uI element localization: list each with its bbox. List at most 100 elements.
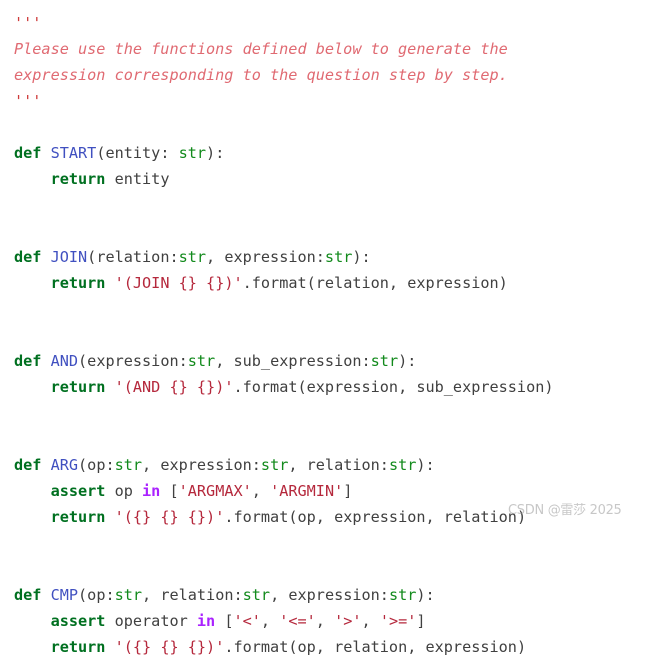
code-token: entity — [105, 170, 170, 188]
code-token: str — [260, 456, 289, 474]
code-token: return — [50, 378, 106, 396]
code-token: in — [196, 612, 216, 630]
code-token: '>' — [334, 612, 362, 630]
code-token: operator — [105, 612, 197, 630]
code-token: , expression: — [270, 586, 389, 604]
code-token: (op: — [78, 586, 115, 604]
code-line: ''' — [14, 10, 662, 36]
code-line: return '({} {} {})'.format(op, relation,… — [14, 634, 662, 660]
code-token: str — [370, 352, 399, 370]
code-token: JOIN — [50, 248, 88, 266]
code-token: , relation: — [288, 456, 389, 474]
code-token: ): — [206, 144, 225, 162]
code-token: , — [315, 612, 335, 630]
code-token: '<' — [233, 612, 261, 630]
code-token: , expression: — [142, 456, 261, 474]
code-line: expression corresponding to the question… — [14, 62, 662, 88]
code-listing: ''' Please use the functions defined belo… — [14, 10, 662, 660]
code-token: 'ARGMAX' — [178, 482, 252, 500]
code-token: [ — [160, 482, 179, 500]
code-line: def AND(expression:str, sub_expression:s… — [14, 348, 662, 374]
code-token: return — [50, 170, 106, 188]
code-token: [ — [215, 612, 234, 630]
code-token: ''' — [14, 14, 42, 32]
code-token: '(AND {} {})' — [114, 378, 234, 396]
code-token: '({} {} {})' — [114, 638, 225, 656]
code-token: str — [242, 586, 271, 604]
code-token: str — [388, 456, 417, 474]
code-token: str — [114, 586, 143, 604]
code-line: def CMP(op:str, relation:str, expression… — [14, 582, 662, 608]
code-token: CMP — [50, 586, 79, 604]
code-line: def JOIN(relation:str, expression:str): — [14, 244, 662, 270]
code-token: return — [50, 274, 106, 292]
code-line: ''' — [14, 88, 662, 114]
code-line: return '(AND {} {})'.format(expression, … — [14, 374, 662, 400]
code-token: str — [178, 144, 207, 162]
code-token: str — [114, 456, 143, 474]
code-token: , — [260, 612, 280, 630]
code-line: def START(entity: str): — [14, 140, 662, 166]
code-token: ''' — [14, 92, 42, 110]
code-token: ): — [416, 586, 435, 604]
code-token: , relation: — [142, 586, 243, 604]
code-token: return — [50, 638, 106, 656]
code-token: '({} {} {})' — [114, 508, 225, 526]
code-line: def ARG(op:str, expression:str, relation… — [14, 452, 662, 478]
code-token: , — [251, 482, 271, 500]
code-token: str — [187, 352, 216, 370]
code-token: def — [14, 144, 42, 162]
code-token: Please use the functions defined below t… — [14, 40, 508, 58]
code-token: ARG — [50, 456, 79, 474]
code-token: .format(relation, expression) — [242, 274, 508, 292]
code-token: (expression: — [78, 352, 188, 370]
code-token: .format(expression, sub_expression) — [233, 378, 554, 396]
code-token: (relation: — [87, 248, 179, 266]
code-token: '<=' — [279, 612, 316, 630]
code-line: Please use the functions defined below t… — [14, 36, 662, 62]
code-line: return entity — [14, 166, 662, 192]
code-token: , — [361, 612, 380, 630]
code-token: str — [324, 248, 353, 266]
code-token: .format(op, relation, expression) — [224, 638, 527, 656]
code-token: START — [50, 144, 97, 162]
code-token: .format(op, expression, relation) — [224, 508, 527, 526]
code-token: str — [388, 586, 417, 604]
code-token: '>=' — [379, 612, 417, 630]
code-token: op — [105, 482, 143, 500]
code-token: def — [14, 352, 42, 370]
code-line: assert operator in ['<', '<=', '>', '>='… — [14, 608, 662, 634]
code-block: ''' Please use the functions defined belo… — [0, 0, 662, 656]
code-line: return '(JOIN {} {})'.format(relation, e… — [14, 270, 662, 296]
code-token: str — [178, 248, 207, 266]
code-token: AND — [50, 352, 79, 370]
code-line: assert op in ['ARGMAX', 'ARGMIN'] — [14, 478, 662, 504]
code-token: def — [14, 586, 42, 604]
code-token: ): — [398, 352, 417, 370]
code-token: , expression: — [206, 248, 325, 266]
code-token: '(JOIN {} {})' — [114, 274, 243, 292]
code-token: def — [14, 456, 42, 474]
code-token: ): — [416, 456, 435, 474]
